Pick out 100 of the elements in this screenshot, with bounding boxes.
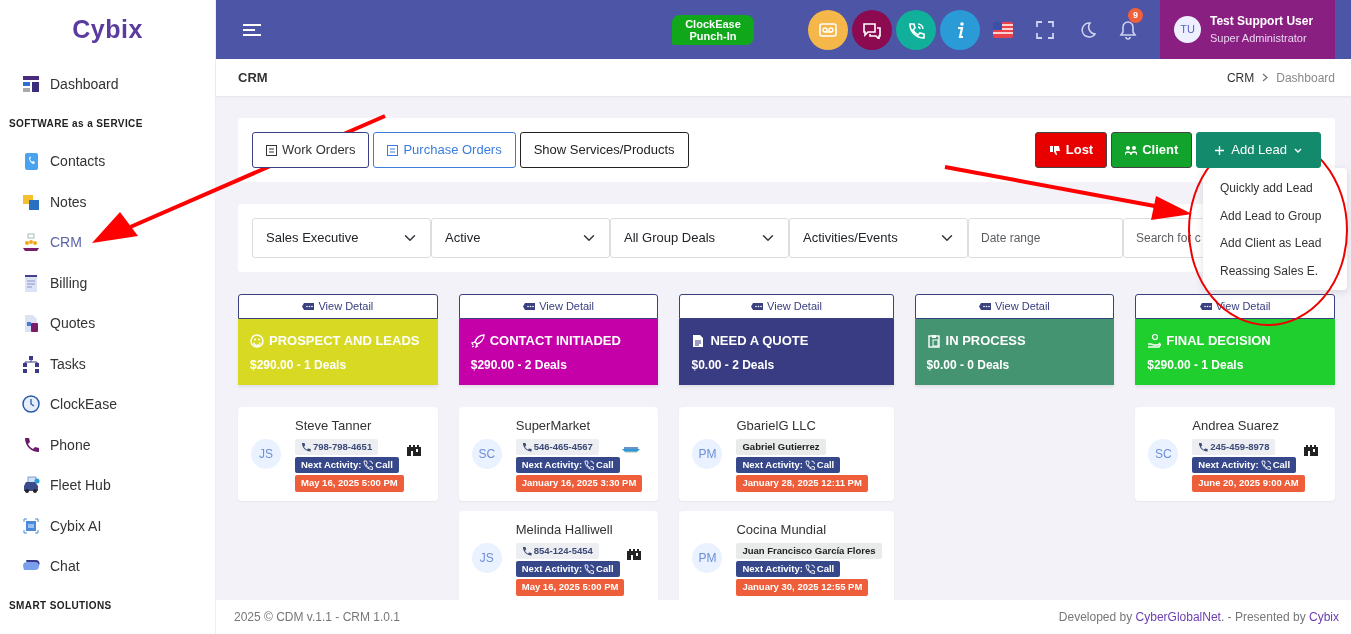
user-name: Test Support User [1210, 13, 1314, 31]
sidebar-item[interactable]: Phone [0, 425, 215, 466]
view-detail-button[interactable]: View Detail [679, 294, 894, 319]
dashboard-icon [22, 74, 40, 94]
phone-call-button[interactable] [896, 9, 936, 50]
bell-icon[interactable] [1119, 19, 1137, 40]
activity-type: Call [375, 458, 393, 473]
filter-select[interactable]: Active [431, 218, 610, 258]
toolbar-button[interactable]: Show Services/Products [519, 132, 689, 168]
sidebar-item[interactable]: Dashboard [0, 64, 215, 105]
add-lead-button[interactable]: Add Lead [1196, 132, 1321, 168]
info-button[interactable] [940, 9, 980, 50]
lost-button[interactable]: Lost [1034, 132, 1108, 168]
view-detail-button[interactable]: View Detail [238, 294, 438, 319]
sidebar-item[interactable]: Billing [0, 263, 215, 304]
sidebar-item[interactable]: Quotes [0, 303, 215, 344]
credit-text: Developed by CyberGlobalNet. - Presented by Cybix [1058, 609, 1339, 626]
toolbar-button[interactable]: Work Orders [252, 132, 370, 168]
fullscreen-icon[interactable] [1036, 20, 1054, 39]
flag-icon[interactable] [993, 21, 1013, 38]
list-icon [387, 144, 399, 156]
voicemail-button[interactable] [808, 9, 848, 50]
activity-label: Next Activity: [521, 458, 583, 473]
lead-card[interactable]: JS Melinda Halliwell 854-124-5454 Next Activity: Call May 16, 2025 5:00 PM [458, 511, 659, 600]
sidebar-item[interactable]: CRM [0, 222, 215, 263]
lead-card[interactable]: SC Andrea Suarez 245-459-8978 Next Activity: Call June 20, 2025 9:00 AM [1135, 407, 1335, 501]
date-badge: January 28, 2025 12:11 PM [736, 475, 868, 492]
menu-item[interactable]: Reassing Sales E. [1203, 256, 1347, 284]
lead-card[interactable]: JS Steve Tanner 798-798-4651 Next Activity: Call May 16, 2025 5:00 PM [238, 407, 438, 501]
chat-button[interactable] [852, 9, 892, 50]
footer-link[interactable]: CyberGlobalNet [1135, 610, 1221, 624]
store-icon [406, 445, 421, 456]
people-icon [22, 233, 40, 253]
view-detail-button[interactable]: View Detail [914, 294, 1115, 319]
rocket-icon [470, 333, 485, 348]
stage-title: FINAL DECISION [1166, 332, 1271, 350]
lead-card[interactable]: PM GbarielG LLC Gabriel Gutierrez Next Activity: Call January 28, 2025 12:11 PM [679, 407, 894, 501]
sidebar-item[interactable]: Cybix AI [0, 506, 215, 547]
stage-total: $290.00 - 1 Deals [250, 356, 348, 374]
user-panel[interactable]: TU Test Support User Super Administrator [1160, 0, 1335, 59]
filter-select[interactable]: Sales Executive [252, 218, 431, 258]
menu-item[interactable]: Add Client as Lead [1203, 229, 1347, 257]
chat-icon [862, 20, 882, 39]
thumbs-down-icon [1048, 144, 1061, 156]
menu-item[interactable]: Quickly add Lead [1203, 174, 1347, 202]
contact-tag: Gabriel Gutierrez [736, 438, 826, 456]
toolbar-button[interactable]: Purchase Orders [373, 132, 516, 168]
date-range-field[interactable]: Date range [968, 218, 1123, 258]
clipboard-icon [926, 333, 941, 348]
lead-name: Cocina Mundial [736, 521, 827, 540]
ticket-icon [302, 303, 315, 310]
phone-call-icon [584, 460, 595, 471]
activity-label: Next Activity: [301, 458, 362, 473]
menu-icon[interactable] [242, 22, 262, 37]
lead-card[interactable]: PM Cocina Mundial Juan Francisco García Flores Next Activity: Call January 30, 2025 12:55 PM [679, 511, 894, 600]
activity-type: Call [816, 458, 835, 473]
activity-type: Call [1272, 458, 1291, 473]
phone-number: 245-459-8978 [1210, 439, 1270, 454]
clock-icon [22, 395, 40, 415]
car-icon [22, 476, 40, 496]
lead-card[interactable]: SC SuperMarket 546-465-4567 Next Activity: Call January 16, 2025 3:30 PM [458, 407, 659, 501]
caret-icon [1294, 147, 1302, 153]
copyright-text: 2025 © CDM v.1.1 - CRM 1.0.1 [234, 609, 400, 626]
phone-icon [521, 546, 532, 556]
lead-name: Melinda Halliwell [515, 521, 613, 540]
stage-title: PROSPECT AND LEADS [269, 332, 420, 350]
document-icon [691, 333, 706, 348]
phone-call-icon [584, 564, 595, 575]
phone-icon [521, 442, 532, 452]
plus-icon [1215, 145, 1225, 155]
ticket-icon [523, 303, 536, 310]
date-badge: January 30, 2025 12:55 PM [736, 579, 869, 596]
people-icon [1125, 144, 1138, 156]
activity-type: Call [816, 562, 835, 577]
date-badge: June 20, 2025 9:00 AM [1192, 475, 1305, 492]
lead-avatar: PM [692, 439, 723, 469]
user-avatar: TU [1174, 16, 1201, 43]
sidebar-item[interactable]: Contacts [0, 141, 215, 182]
phone-call-icon [1260, 460, 1271, 471]
activity-label: Next Activity: [1198, 458, 1259, 473]
sidebar-item[interactable]: Notes [0, 182, 215, 223]
sidebar-item[interactable]: ClockEase [0, 384, 215, 425]
footer-link[interactable]: Cybix [1309, 610, 1339, 624]
date-badge: May 16, 2025 5:00 PM [295, 475, 404, 492]
filter-select[interactable]: All Group Deals [610, 218, 789, 258]
moon-icon[interactable] [1078, 20, 1096, 39]
stage-total: $0.00 - 0 Deals [926, 356, 1011, 374]
breadcrumb-link[interactable]: CRM [1226, 68, 1255, 87]
phone-call-icon [363, 460, 374, 471]
view-detail-button[interactable]: View Detail [458, 294, 659, 319]
stage-total: $290.00 - 1 Deals [1147, 356, 1245, 374]
sidebar-item[interactable]: Fleet Hub [0, 465, 215, 506]
activity-label: Next Activity: [742, 458, 803, 473]
voicemail-icon [818, 20, 838, 39]
page-title: CRM [238, 68, 268, 87]
sidebar-item[interactable]: Chat [0, 546, 215, 587]
chip-icon [22, 516, 40, 536]
filter-select[interactable]: Activities/Events [789, 218, 968, 258]
menu-item[interactable]: Add Lead to Group [1203, 201, 1347, 229]
sidebar-item[interactable]: Tasks [0, 344, 215, 385]
